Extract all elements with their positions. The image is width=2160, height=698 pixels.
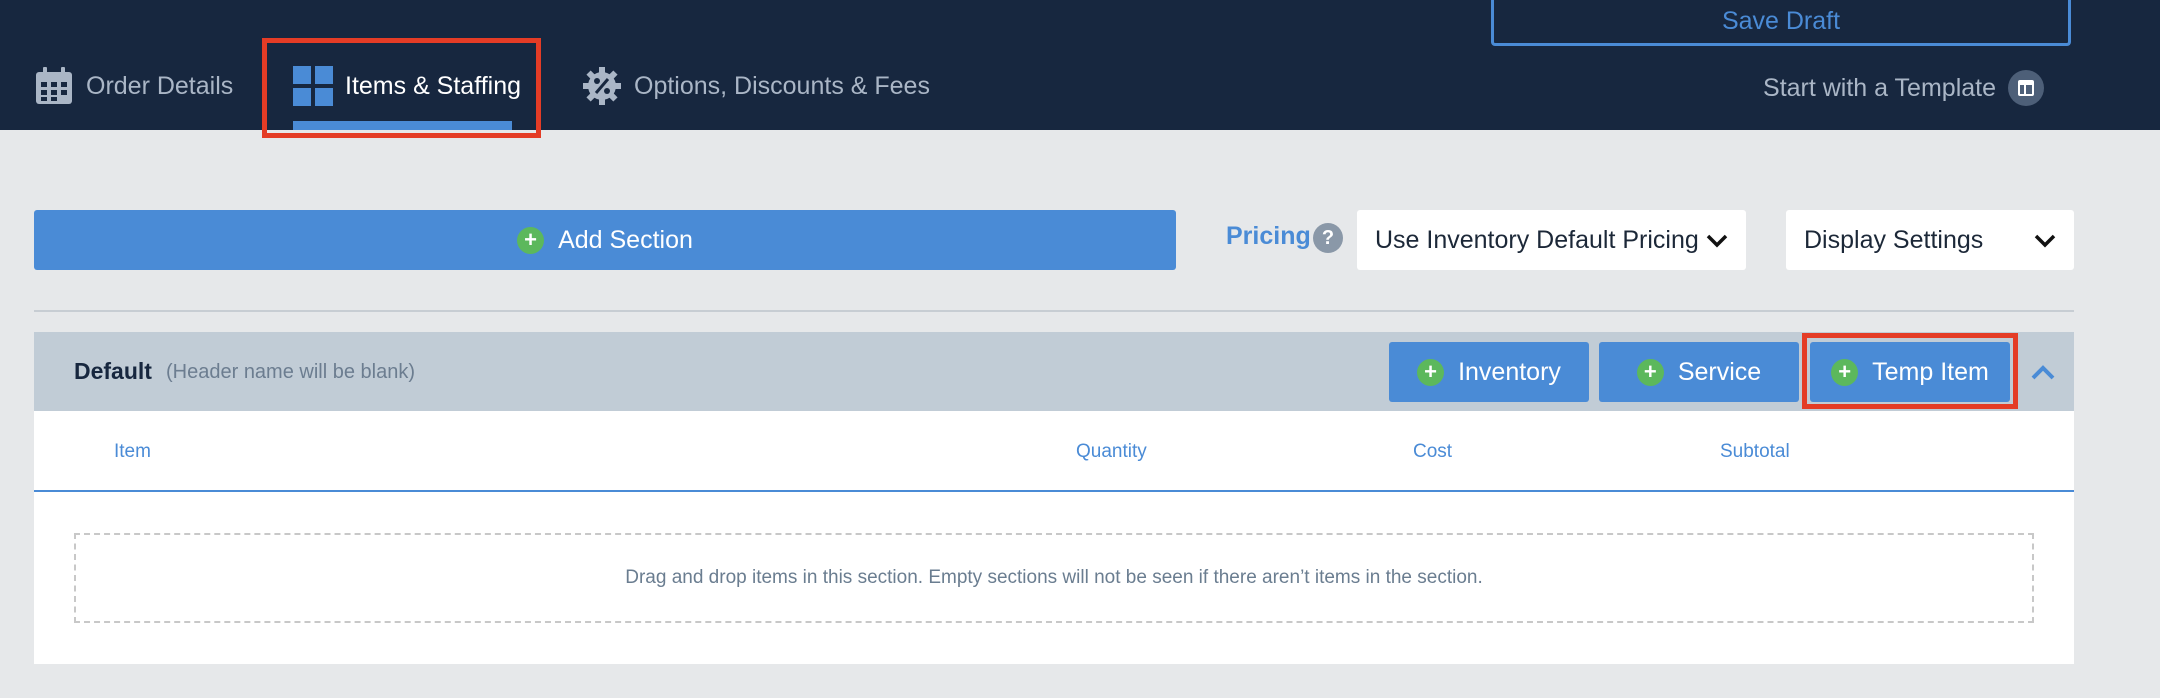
tab-label: Options, Discounts & Fees — [634, 71, 930, 100]
column-header-item: Item — [114, 441, 151, 462]
column-header-subtotal: Subtotal — [1720, 441, 1790, 462]
column-header-cost: Cost — [1413, 441, 1453, 462]
template-icon — [2008, 70, 2044, 106]
add-service-button[interactable]: + Service — [1599, 342, 1799, 402]
chevron-down-icon — [1706, 226, 1728, 255]
drop-zone[interactable]: Drag and drop items in this section. Emp… — [74, 533, 2034, 623]
chevron-down-icon — [2034, 226, 2056, 255]
add-section-label: Add Section — [558, 225, 693, 254]
display-settings-value: Display Settings — [1804, 225, 1984, 254]
section-title: Default — [74, 358, 152, 384]
pricing-select[interactable]: Use Inventory Default Pricing — [1357, 210, 1746, 270]
tab-order-details[interactable]: Order Details — [34, 58, 233, 114]
pricing-label: Pricing — [1226, 222, 1311, 250]
tab-label: Order Details — [86, 71, 234, 100]
plus-icon: + — [1417, 358, 1445, 386]
section-subtitle: (Header name will be blank) — [166, 361, 416, 383]
column-header-quantity: Quantity — [1076, 441, 1147, 462]
plus-icon: + — [1636, 358, 1664, 386]
save-draft-button[interactable]: Save Draft — [1491, 0, 2071, 46]
start-with-template-link[interactable]: Start with a Template — [1763, 68, 2044, 108]
percent-gear-icon — [582, 66, 622, 106]
tab-options-discounts-fees[interactable]: Options, Discounts & Fees — [582, 58, 930, 114]
highlight-box-tab — [262, 38, 541, 138]
help-icon[interactable]: ? — [1313, 223, 1343, 253]
calendar-icon — [34, 66, 74, 106]
pricing-select-value: Use Inventory Default Pricing — [1375, 225, 1699, 254]
table-header-line — [34, 490, 2074, 492]
highlight-box-temp-item — [1802, 333, 2018, 409]
inventory-label: Inventory — [1458, 357, 1561, 386]
add-inventory-button[interactable]: + Inventory — [1389, 342, 1589, 402]
divider — [34, 310, 2074, 312]
chevron-up-icon[interactable] — [2027, 357, 2059, 389]
service-label: Service — [1677, 357, 1762, 386]
template-link-label: Start with a Template — [1763, 73, 1996, 102]
add-section-button[interactable]: + Add Section — [34, 210, 1176, 270]
display-settings-select[interactable]: Display Settings — [1786, 210, 2074, 270]
plus-icon: + — [517, 226, 545, 254]
drop-zone-message: Drag and drop items in this section. Emp… — [625, 567, 1483, 588]
